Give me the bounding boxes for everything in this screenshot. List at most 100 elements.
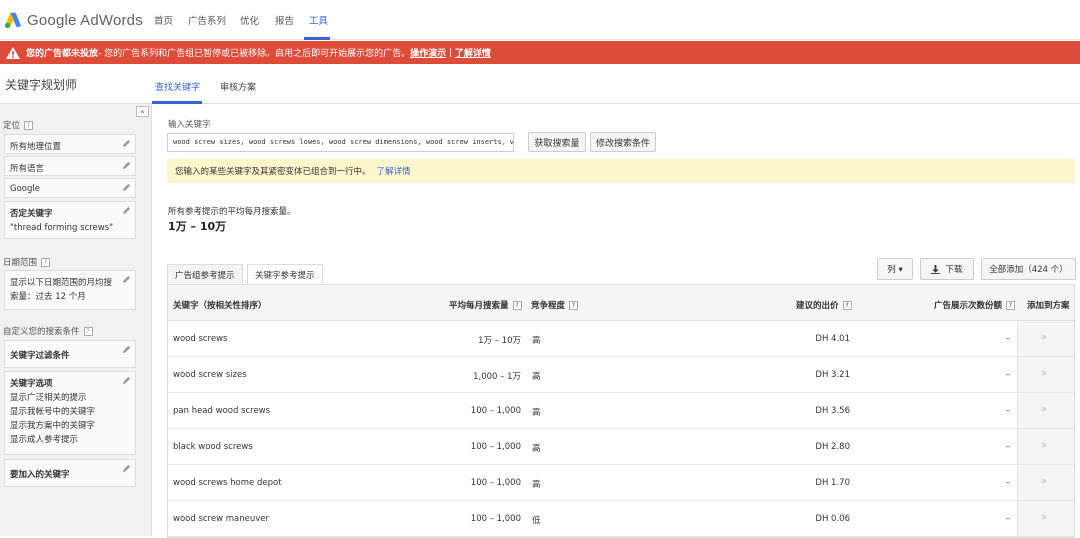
col-avg-searches[interactable]: 平均每月搜索量? bbox=[449, 299, 522, 311]
col-keyword-label: 关键字（按相关性排序） bbox=[173, 301, 267, 311]
add-to-plan-icon[interactable]: » bbox=[1041, 332, 1047, 343]
help-icon[interactable]: ? bbox=[83, 326, 93, 336]
add-to-plan-icon[interactable]: » bbox=[1041, 404, 1047, 415]
pencil-icon[interactable] bbox=[122, 345, 131, 354]
help-icon[interactable]: ? bbox=[569, 300, 579, 310]
alert-demo-link[interactable]: 操作演示 bbox=[410, 46, 446, 59]
table-header: 关键字（按相关性排序） 平均每月搜索量? 竞争程度? 建议的出价? 广告展示次数… bbox=[168, 285, 1074, 321]
share-cell: – bbox=[1005, 406, 1010, 416]
targeting-location[interactable]: 所有地理位置 bbox=[4, 134, 136, 154]
share-cell: – bbox=[1005, 514, 1010, 524]
tab-keyword-ideas[interactable]: 关键字参考提示 bbox=[247, 264, 323, 285]
targeting-label-text: 定位 bbox=[3, 121, 21, 131]
pencil-icon[interactable] bbox=[122, 183, 131, 192]
keyword-ideas-table: 关键字（按相关性排序） 平均每月搜索量? 竞争程度? 建议的出价? 广告展示次数… bbox=[167, 284, 1075, 538]
add-to-plan-icon[interactable]: » bbox=[1041, 476, 1047, 487]
add-cell: » bbox=[1017, 393, 1074, 428]
keyword-input[interactable]: wood screw sizes, wood screws lowes, woo… bbox=[167, 133, 514, 152]
table-row: wood screw sizes 1,000 – 1万 高 DH 3.21 – … bbox=[168, 357, 1074, 393]
pencil-icon[interactable] bbox=[122, 275, 131, 284]
columns-button[interactable]: 列 ▾ bbox=[877, 258, 913, 280]
bid-cell: DH 0.06 bbox=[815, 514, 850, 524]
table-row: black wood screws 100 – 1,000 高 DH 2.80 … bbox=[168, 429, 1074, 465]
pencil-icon[interactable] bbox=[122, 206, 131, 215]
add-cell: » bbox=[1017, 321, 1074, 356]
tab-find-keywords[interactable]: 查找关键字 bbox=[155, 80, 200, 93]
add-all-button[interactable]: 全部添加（424 个） bbox=[981, 258, 1076, 280]
col-add-to-plan: 添加到方案 bbox=[1027, 299, 1070, 311]
targeting-language-label: 所有语言 bbox=[10, 164, 45, 174]
alert-learn-more-link[interactable]: 了解详情 bbox=[455, 46, 491, 59]
competition-cell: 高 bbox=[532, 480, 541, 490]
warning-icon bbox=[6, 46, 20, 59]
keyword-cell: wood screw sizes bbox=[173, 370, 247, 380]
pencil-icon[interactable] bbox=[122, 139, 131, 148]
bid-cell: DH 1.70 bbox=[815, 478, 850, 488]
col-add-to-plan-label: 添加到方案 bbox=[1027, 301, 1070, 311]
share-cell: – bbox=[1005, 478, 1010, 488]
nav-campaigns[interactable]: 广告系列 bbox=[188, 13, 226, 27]
avg-searches-label: 所有参考提示的平均每月搜索量。 bbox=[168, 207, 296, 217]
logo-text: Google AdWords bbox=[27, 11, 143, 29]
nav-tools[interactable]: 工具 bbox=[309, 13, 328, 27]
targeting-language[interactable]: 所有语言 bbox=[4, 156, 136, 176]
tab-review-plan[interactable]: 审核方案 bbox=[220, 80, 256, 93]
custom-search-label: 自定义您的搜索条件 ? bbox=[3, 325, 93, 337]
date-range[interactable]: 显示以下日期范围的月均搜索量：过去 12 个月 bbox=[4, 270, 136, 310]
add-to-plan-icon[interactable]: » bbox=[1041, 440, 1047, 451]
volume-cell: 1万 – 10万 bbox=[478, 336, 521, 346]
col-suggested-bid-label: 建议的出价 bbox=[796, 301, 839, 311]
competition-cell: 低 bbox=[532, 516, 541, 526]
alert-title: 您的广告都未投放 bbox=[26, 49, 99, 59]
negative-keywords[interactable]: 否定关键字 "thread forming screws" bbox=[4, 201, 136, 239]
col-competition[interactable]: 竞争程度? bbox=[531, 299, 579, 311]
col-keyword[interactable]: 关键字（按相关性排序） bbox=[173, 299, 267, 311]
modify-search-button[interactable]: 修改搜索条件 bbox=[590, 132, 656, 152]
keyword-option: 显示广泛相关的提示 bbox=[10, 393, 87, 403]
pencil-icon[interactable] bbox=[122, 464, 131, 473]
download-button[interactable]: 下载 bbox=[920, 258, 974, 280]
main-content: 输入关键字 wood screw sizes, wood screws lowe… bbox=[152, 104, 1080, 538]
add-to-plan-icon[interactable]: » bbox=[1041, 368, 1047, 379]
keywords-to-include-title: 要加入的关键字 bbox=[10, 470, 70, 480]
get-search-volume-button[interactable]: 获取搜索量 bbox=[528, 132, 586, 152]
keyword-cell: wood screw maneuver bbox=[173, 514, 269, 524]
add-to-plan-icon[interactable]: » bbox=[1041, 512, 1047, 523]
adwords-logo[interactable]: Google AdWords bbox=[4, 9, 143, 31]
pencil-icon[interactable] bbox=[122, 161, 131, 170]
keywords-to-include[interactable]: 要加入的关键字 bbox=[4, 459, 136, 487]
help-icon[interactable]: ? bbox=[512, 300, 522, 310]
keyword-options[interactable]: 关键字选项 显示广泛相关的提示 显示我帐号中的关键字 显示我方案中的关键字 显示… bbox=[4, 371, 136, 455]
targeting-network-label: Google bbox=[10, 184, 40, 194]
share-cell: – bbox=[1005, 334, 1010, 344]
help-icon[interactable]: ? bbox=[842, 300, 852, 310]
alert-separator: | bbox=[446, 47, 455, 58]
help-icon[interactable]: ? bbox=[41, 257, 51, 267]
negative-keywords-title: 否定关键字 bbox=[10, 209, 53, 219]
nav-reports[interactable]: 报告 bbox=[275, 13, 294, 27]
bid-cell: DH 2.80 bbox=[815, 442, 850, 452]
help-icon[interactable]: ? bbox=[24, 120, 34, 130]
nav-home[interactable]: 首页 bbox=[154, 13, 173, 27]
keyword-filters[interactable]: 关键字过滤条件 bbox=[4, 340, 136, 368]
help-icon[interactable]: ? bbox=[1006, 300, 1016, 310]
keyword-cell: pan head wood screws bbox=[173, 406, 271, 416]
tab-ad-group-ideas[interactable]: 广告组参考提示 bbox=[167, 264, 243, 284]
volume-cell: 100 – 1,000 bbox=[470, 442, 521, 452]
add-cell: » bbox=[1017, 357, 1074, 392]
adwords-logo-icon bbox=[4, 12, 22, 29]
col-suggested-bid[interactable]: 建议的出价? bbox=[796, 299, 852, 311]
targeting-label: 定位 ? bbox=[3, 119, 34, 131]
pencil-icon[interactable] bbox=[122, 376, 131, 385]
keyword-cell: wood screws bbox=[173, 334, 228, 344]
competition-cell: 高 bbox=[532, 444, 541, 454]
nav-optimize[interactable]: 优化 bbox=[240, 13, 259, 27]
targeting-network[interactable]: Google bbox=[4, 178, 136, 198]
col-impression-share[interactable]: 广告展示次数份额? bbox=[934, 299, 1016, 311]
add-cell: » bbox=[1017, 501, 1074, 536]
sub-header: 关键字规划师 查找关键字 审核方案 bbox=[0, 64, 1080, 104]
notice-learn-more-link[interactable]: 了解详情 bbox=[377, 165, 411, 177]
collapse-sidebar-button[interactable]: « bbox=[136, 106, 149, 117]
negative-keywords-value: "thread forming screws" bbox=[10, 223, 114, 233]
table-row: wood screws home depot 100 – 1,000 高 DH … bbox=[168, 465, 1074, 501]
